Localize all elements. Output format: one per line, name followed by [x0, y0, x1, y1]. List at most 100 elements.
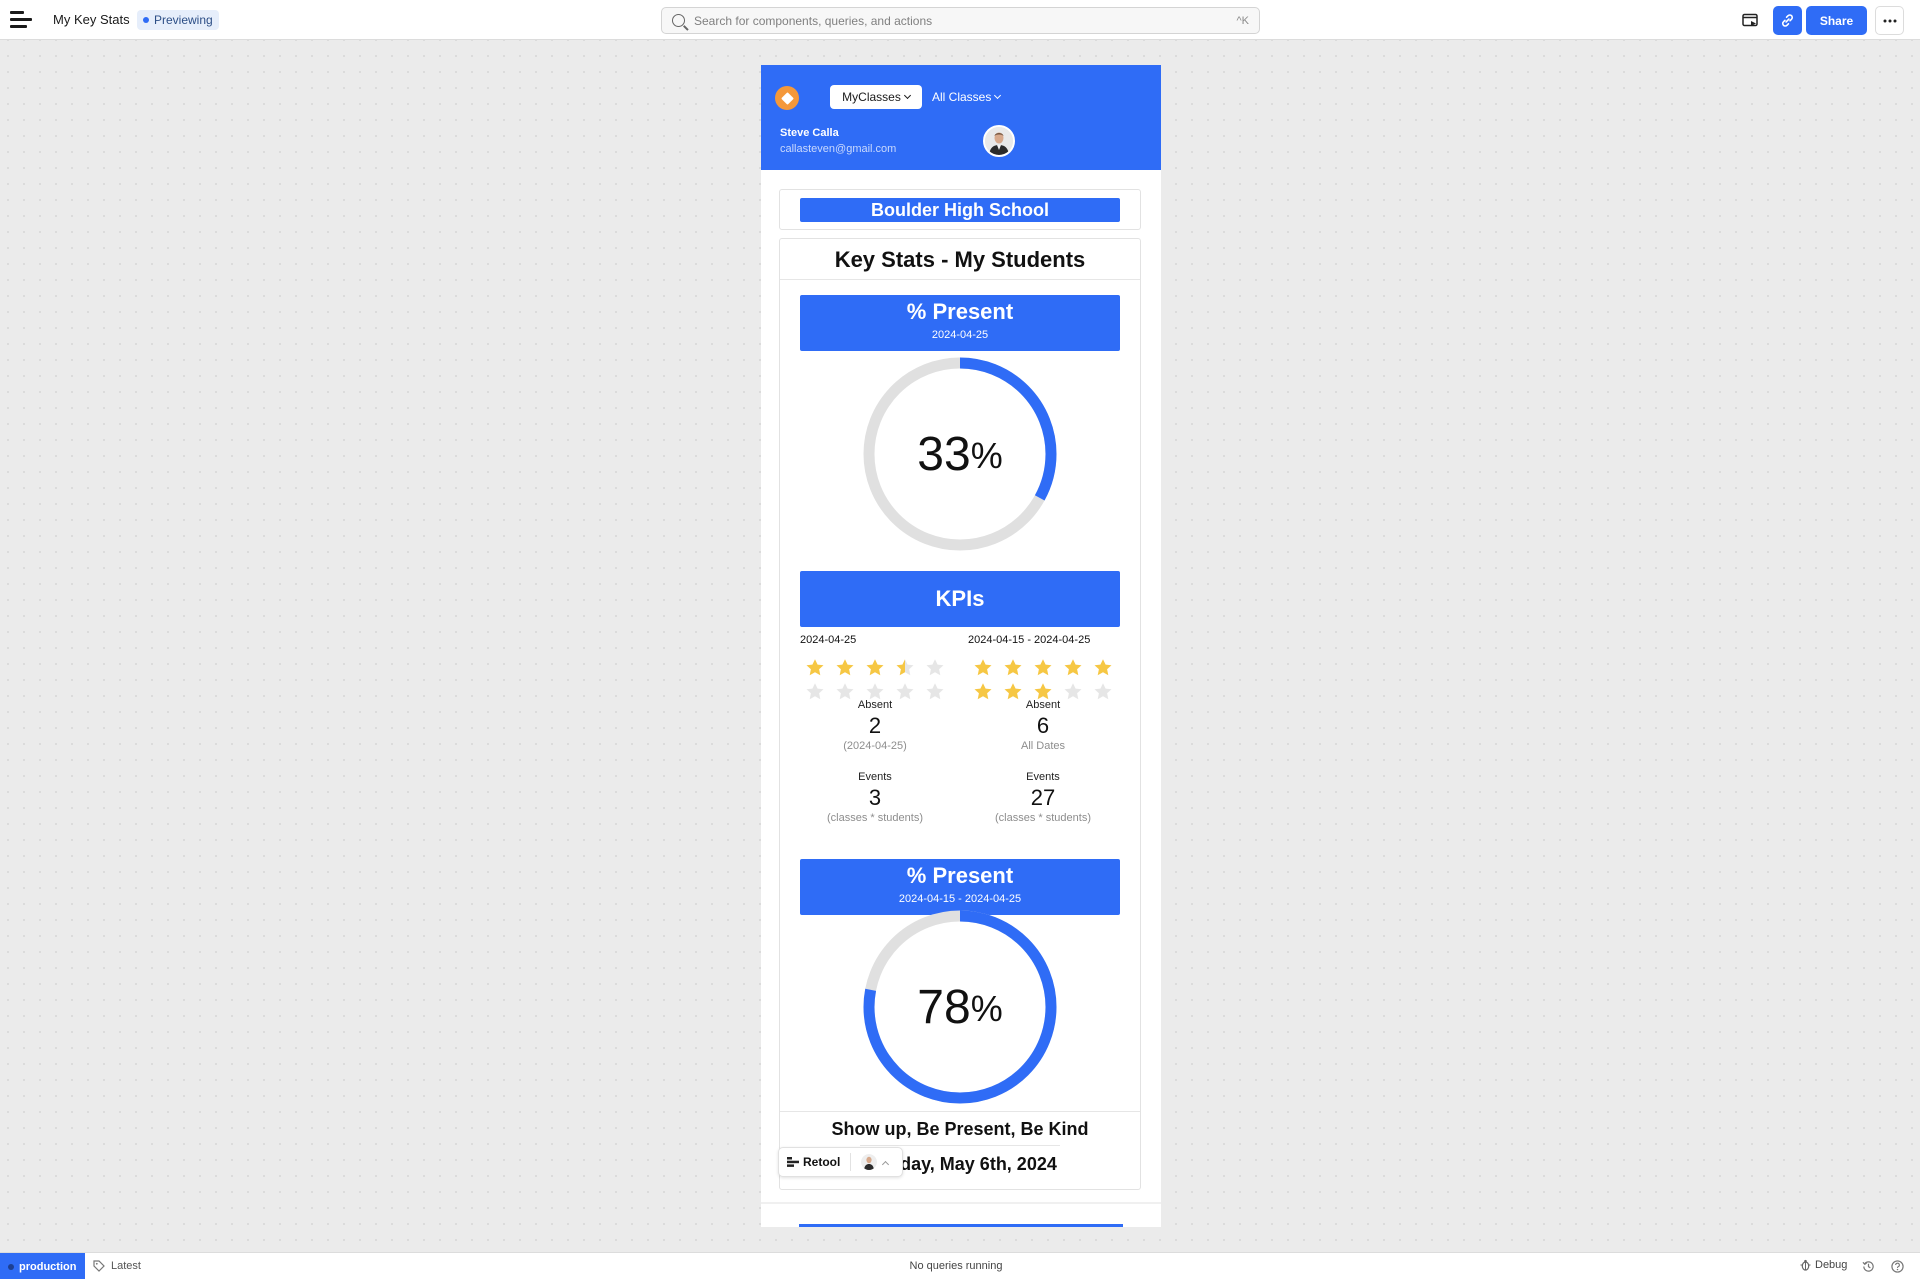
events-range-label: Events	[1026, 771, 1060, 783]
search-icon	[672, 14, 685, 27]
avatar[interactable]	[983, 125, 1015, 157]
events-today-note: (classes * students)	[827, 812, 923, 824]
retool-pill[interactable]: Retool	[778, 1147, 903, 1177]
status-dot-icon	[143, 17, 149, 23]
date-divider	[860, 1145, 1060, 1146]
present-range-date: 2024-04-15 - 2024-04-25	[898, 893, 1022, 905]
absent-range-note: All Dates	[1020, 740, 1066, 752]
ellipsis-icon	[1883, 19, 1896, 22]
events-today-value: 3	[868, 785, 882, 810]
previewing-label: Previewing	[154, 13, 213, 27]
chevron-down-icon	[903, 91, 911, 100]
present-daily-date: 2024-04-25	[931, 329, 989, 341]
top-bar: My Key Stats Previewing ^K Share	[0, 0, 1920, 40]
share-button[interactable]: Share	[1806, 6, 1867, 35]
bug-icon	[1800, 1259, 1811, 1271]
key-stats-title: Key Stats - My Students	[834, 247, 1086, 272]
app-logo-icon	[775, 86, 799, 110]
kpi-right-column: 2024-04-15 - 2024-04-25	[968, 634, 1118, 702]
star-icon	[800, 656, 830, 678]
search-bar[interactable]: ^K	[661, 7, 1260, 34]
app-canvas: MyClasses All Classes Steve Calla callas…	[761, 65, 1161, 1227]
present-daily-value: 33 %	[862, 356, 1058, 552]
pill-divider	[850, 1153, 852, 1171]
absent-range-label: Absent	[1025, 699, 1061, 711]
absent-today-value: 2	[868, 713, 882, 738]
absent-today-label: Absent	[857, 699, 893, 711]
bottom-status-bar: production Latest No queries running Deb…	[0, 1252, 1920, 1279]
window-play-icon	[1741, 13, 1758, 27]
absent-today-metric: Absent 2 (2024-04-25)	[800, 699, 950, 752]
search-shortcut: ^K	[1236, 14, 1250, 27]
copy-link-button[interactable]	[1773, 6, 1802, 35]
kpi-right-rating	[968, 656, 1118, 702]
debug-button[interactable]: Debug	[1800, 1259, 1847, 1271]
present-range-number: 78	[917, 980, 971, 1034]
kpis-title: KPIs	[935, 586, 985, 611]
star-icon	[890, 656, 920, 678]
star-icon	[998, 656, 1028, 678]
star-icon	[830, 656, 860, 678]
present-range-value: 78 %	[862, 909, 1058, 1105]
allclasses-dropdown[interactable]: All Classes	[932, 85, 1002, 109]
user-photo-icon	[985, 127, 1013, 155]
history-icon[interactable]	[1862, 1260, 1875, 1273]
present-daily-title: % Present	[906, 299, 1014, 324]
absent-range-value: 6	[1036, 713, 1050, 738]
link-icon	[1782, 14, 1793, 27]
star-icon	[860, 656, 890, 678]
events-range-metric: Events 27 (classes * students)	[968, 771, 1118, 824]
present-range-gauge: 78 %	[862, 909, 1058, 1105]
query-status: No queries running	[909, 1260, 1003, 1272]
present-daily-gauge: 33 %	[862, 356, 1058, 552]
myclasses-dropdown[interactable]: MyClasses	[830, 85, 922, 109]
absent-today-note: (2024-04-25)	[843, 740, 907, 752]
star-icon	[920, 656, 950, 678]
star-icon	[1088, 656, 1118, 678]
star-icon	[968, 656, 998, 678]
kpi-left-column: 2024-04-25	[800, 634, 950, 702]
kpi-left-rating	[800, 656, 950, 702]
present-range-title: % Present	[906, 863, 1014, 888]
app-title: My Key Stats	[53, 12, 130, 27]
app-header: MyClasses All Classes Steve Calla callas…	[761, 65, 1161, 170]
previewing-badge: Previewing	[137, 10, 219, 30]
user-email: callasteven@gmail.com	[780, 143, 897, 155]
user-name: Steve Calla	[780, 127, 839, 139]
more-options-button[interactable]	[1875, 6, 1904, 35]
menu-icon[interactable]	[10, 11, 32, 29]
school-card: Boulder High School	[779, 189, 1141, 230]
next-section-banner	[799, 1224, 1123, 1227]
key-stats-card: Key Stats - My Students % Present 2024-0…	[779, 238, 1141, 1190]
kpi-left-date: 2024-04-25	[800, 634, 857, 646]
chevron-down-icon	[994, 91, 1002, 100]
present-daily-unit: %	[970, 435, 1003, 476]
events-range-note: (classes * students)	[995, 812, 1091, 824]
present-daily-header: % Present 2024-04-25	[800, 295, 1120, 351]
absent-range-metric: Absent 6 All Dates	[968, 699, 1118, 752]
chevron-up-icon[interactable]	[882, 1160, 890, 1168]
events-today-metric: Events 3 (classes * students)	[800, 771, 950, 824]
motto-text: Show up, Be Present, Be Kind	[831, 1119, 1089, 1139]
allclasses-label: All Classes	[932, 90, 992, 104]
school-name-banner: Boulder High School	[800, 198, 1120, 222]
title-divider	[780, 279, 1140, 280]
pill-avatar-icon	[861, 1154, 878, 1170]
present-window-button[interactable]	[1735, 6, 1764, 35]
present-range-header: % Present 2024-04-15 - 2024-04-25	[800, 859, 1120, 915]
search-input[interactable]	[694, 13, 1237, 28]
retool-logo-icon	[787, 1157, 799, 1167]
retool-label: Retool	[803, 1155, 841, 1169]
events-range-value: 27	[1030, 785, 1056, 810]
kpi-right-date: 2024-04-15 - 2024-04-25	[968, 634, 1091, 646]
star-icon	[1058, 656, 1088, 678]
kpis-header: KPIs	[800, 571, 1120, 627]
events-today-label: Events	[858, 771, 892, 783]
help-icon[interactable]	[1891, 1260, 1904, 1273]
myclasses-label: MyClasses	[842, 90, 901, 104]
debug-label: Debug	[1815, 1259, 1848, 1271]
present-range-unit: %	[970, 988, 1003, 1029]
section-separator	[761, 1202, 1161, 1204]
motto-divider	[780, 1111, 1140, 1112]
star-icon	[1028, 656, 1058, 678]
